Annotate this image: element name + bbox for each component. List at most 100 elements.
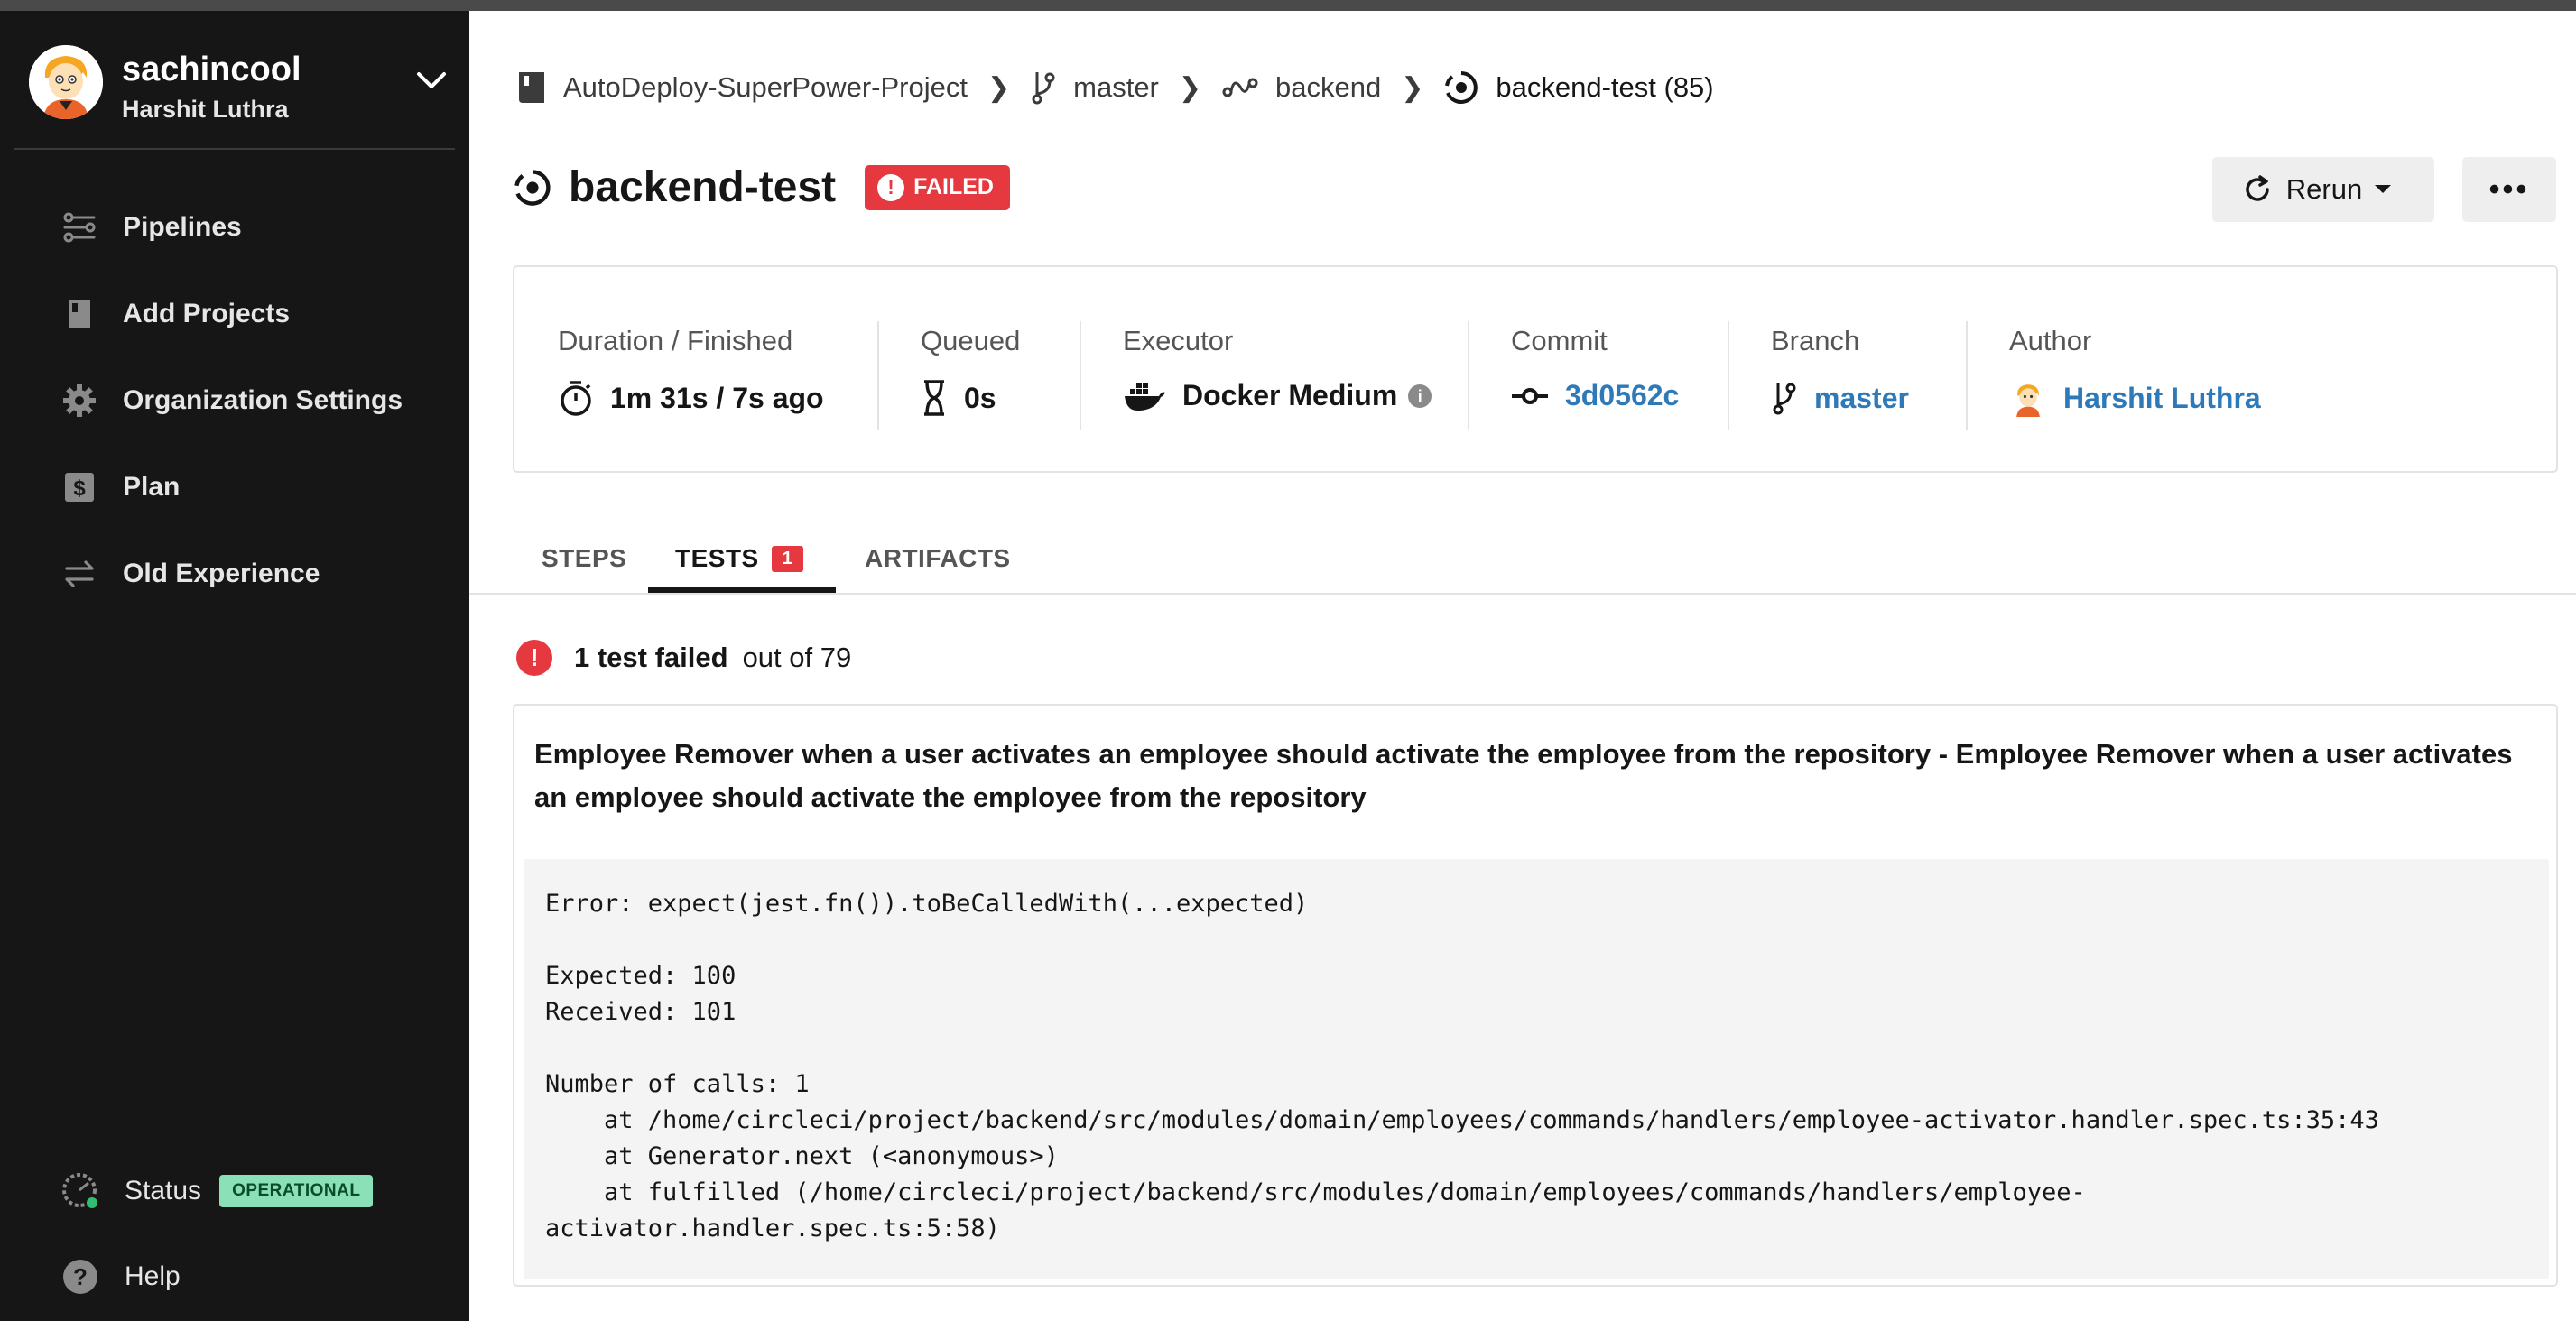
breadcrumb-separator-icon: ❯ [1178,72,1202,103]
status-link[interactable]: Status OPERATIONAL [61,1172,374,1210]
author-field: Author Harshit Luthra [2009,325,2261,417]
project-book-icon [519,72,544,103]
workflow-icon [1222,78,1258,97]
duration-field: Duration / Finished 1m 31s / 7s ago [558,325,824,417]
commit-label: Commit [1511,325,1608,356]
help-icon: ? [63,1260,97,1294]
sidebar-item-add-projects[interactable]: Add Projects [0,271,469,357]
stopwatch-icon [561,381,591,416]
tab-label: TESTS [675,544,759,572]
dollar-icon: $ [65,473,94,502]
main-content: AutoDeploy-SuperPower-Project ❯ master ❯… [469,11,2576,1321]
breadcrumb-project[interactable]: AutoDeploy-SuperPower-Project [563,71,968,104]
sidebar-item-label: Old Experience [123,559,320,588]
executor-label: Executor [1123,325,1234,356]
alert-icon: ! [877,173,905,201]
tab-steps[interactable]: STEPS [542,544,626,573]
job-icon [1445,71,1478,104]
sidebar-item-organization-settings[interactable]: Organization Settings [0,357,469,444]
more-dots-icon: ••• [2488,171,2530,207]
failed-count-text: 1 test failed [574,642,728,673]
caret-down-icon [2375,185,2392,193]
username: sachincool [122,51,301,88]
branch-icon [1773,383,1796,415]
sidebar-item-old-experience[interactable]: Old Experience [0,531,469,617]
job-icon [514,169,551,206]
commit-link[interactable]: 3d0562c [1565,379,1679,412]
switch-icon [65,560,94,587]
page-header: backend-test ! FAILED [513,162,1010,212]
branch-icon [1032,72,1055,105]
breadcrumb-separator-icon: ❯ [1401,72,1424,103]
svg-text:$: $ [73,476,86,501]
status-badge: ! FAILED [865,164,1010,210]
divider [1080,321,1081,430]
user-menu[interactable]: sachincool Harshit Luthra [29,45,453,123]
author-link[interactable]: Harshit Luthra [2063,382,2261,415]
test-summary: ! 1 test failed out of 79 [516,640,851,676]
status-label: Status [125,1176,202,1206]
more-options-button[interactable]: ••• [2462,157,2556,222]
commit-field: Commit 3d0562c [1511,325,1679,412]
sidebar-item-label: Add Projects [123,299,291,328]
branch-label: Branch [1771,325,1860,356]
status-badge: OPERATIONAL [219,1175,374,1207]
hourglass-icon [924,380,944,416]
alert-icon: ! [516,640,552,676]
avatar [29,45,103,119]
sidebar-item-label: Organization Settings [123,385,403,415]
chevron-down-icon[interactable] [415,70,448,92]
sidebar-nav: Pipelines Add Projects Organization Sett… [0,184,469,617]
duration-value: 1m 31s / 7s ago [610,381,824,414]
sidebar-divider [14,148,455,150]
branch-field: Branch master [1771,325,1909,417]
pipelines-icon [63,212,96,243]
failed-test-card: Employee Remover when a user activates a… [513,704,2558,1287]
duration-label: Duration / Finished [558,325,793,356]
commit-icon [1512,387,1548,404]
page-title: backend-test [569,163,837,211]
branch-link[interactable]: master [1814,382,1909,415]
active-tab-indicator [648,587,836,593]
sidebar-item-plan[interactable]: $ Plan [0,444,469,531]
breadcrumb-job: backend-test (85) [1496,71,1714,103]
sidebar-item-pipelines[interactable]: Pipelines [0,184,469,271]
tab-artifacts[interactable]: ARTIFACTS [865,544,1011,573]
tab-bar: STEPS TESTS 1 ARTIFACTS [469,521,2576,595]
sidebar-item-label: Pipelines [123,212,242,242]
queued-label: Queued [921,325,1021,356]
divider [1966,321,1968,430]
breadcrumb-workflow[interactable]: backend [1275,71,1381,104]
rerun-button[interactable]: Rerun [2212,157,2434,222]
executor-value: Docker Medium [1182,379,1398,411]
test-name: Employee Remover when a user activates a… [534,738,2513,813]
help-label: Help [125,1261,181,1291]
sidebar: sachincool Harshit Luthra Pipelines Add … [0,11,469,1321]
status-gauge-icon [62,1173,99,1210]
status-badge-label: FAILED [913,174,994,199]
executor-field: Executor Docker Medium i [1123,325,1432,412]
gear-icon [63,384,96,417]
info-icon[interactable]: i [1408,383,1432,408]
divider [877,321,879,430]
tab-tests[interactable]: TESTS 1 [675,544,804,573]
sidebar-item-label: Plan [123,472,181,502]
author-label: Author [2009,325,2092,356]
breadcrumb: AutoDeploy-SuperPower-Project ❯ master ❯… [516,69,1714,106]
window-top-bar [0,0,2576,11]
divider [1728,321,1729,430]
avatar [2016,384,2040,417]
help-link[interactable]: ? Help [61,1258,181,1296]
svg-text:?: ? [73,1263,88,1290]
tab-count-badge: 1 [771,546,804,572]
book-icon [69,300,90,328]
error-trace: Error: expect(jest.fn()).toBeCalledWith(… [524,859,2549,1279]
user-full-name: Harshit Luthra [122,96,289,123]
refresh-icon [2246,175,2269,201]
divider [1468,321,1469,430]
queued-field: Queued 0s [921,325,1020,417]
breadcrumb-branch[interactable]: master [1073,71,1159,104]
breadcrumb-separator-icon: ❯ [987,72,1011,103]
total-count-text: out of 79 [742,642,852,673]
rerun-label: Rerun [2285,173,2363,205]
